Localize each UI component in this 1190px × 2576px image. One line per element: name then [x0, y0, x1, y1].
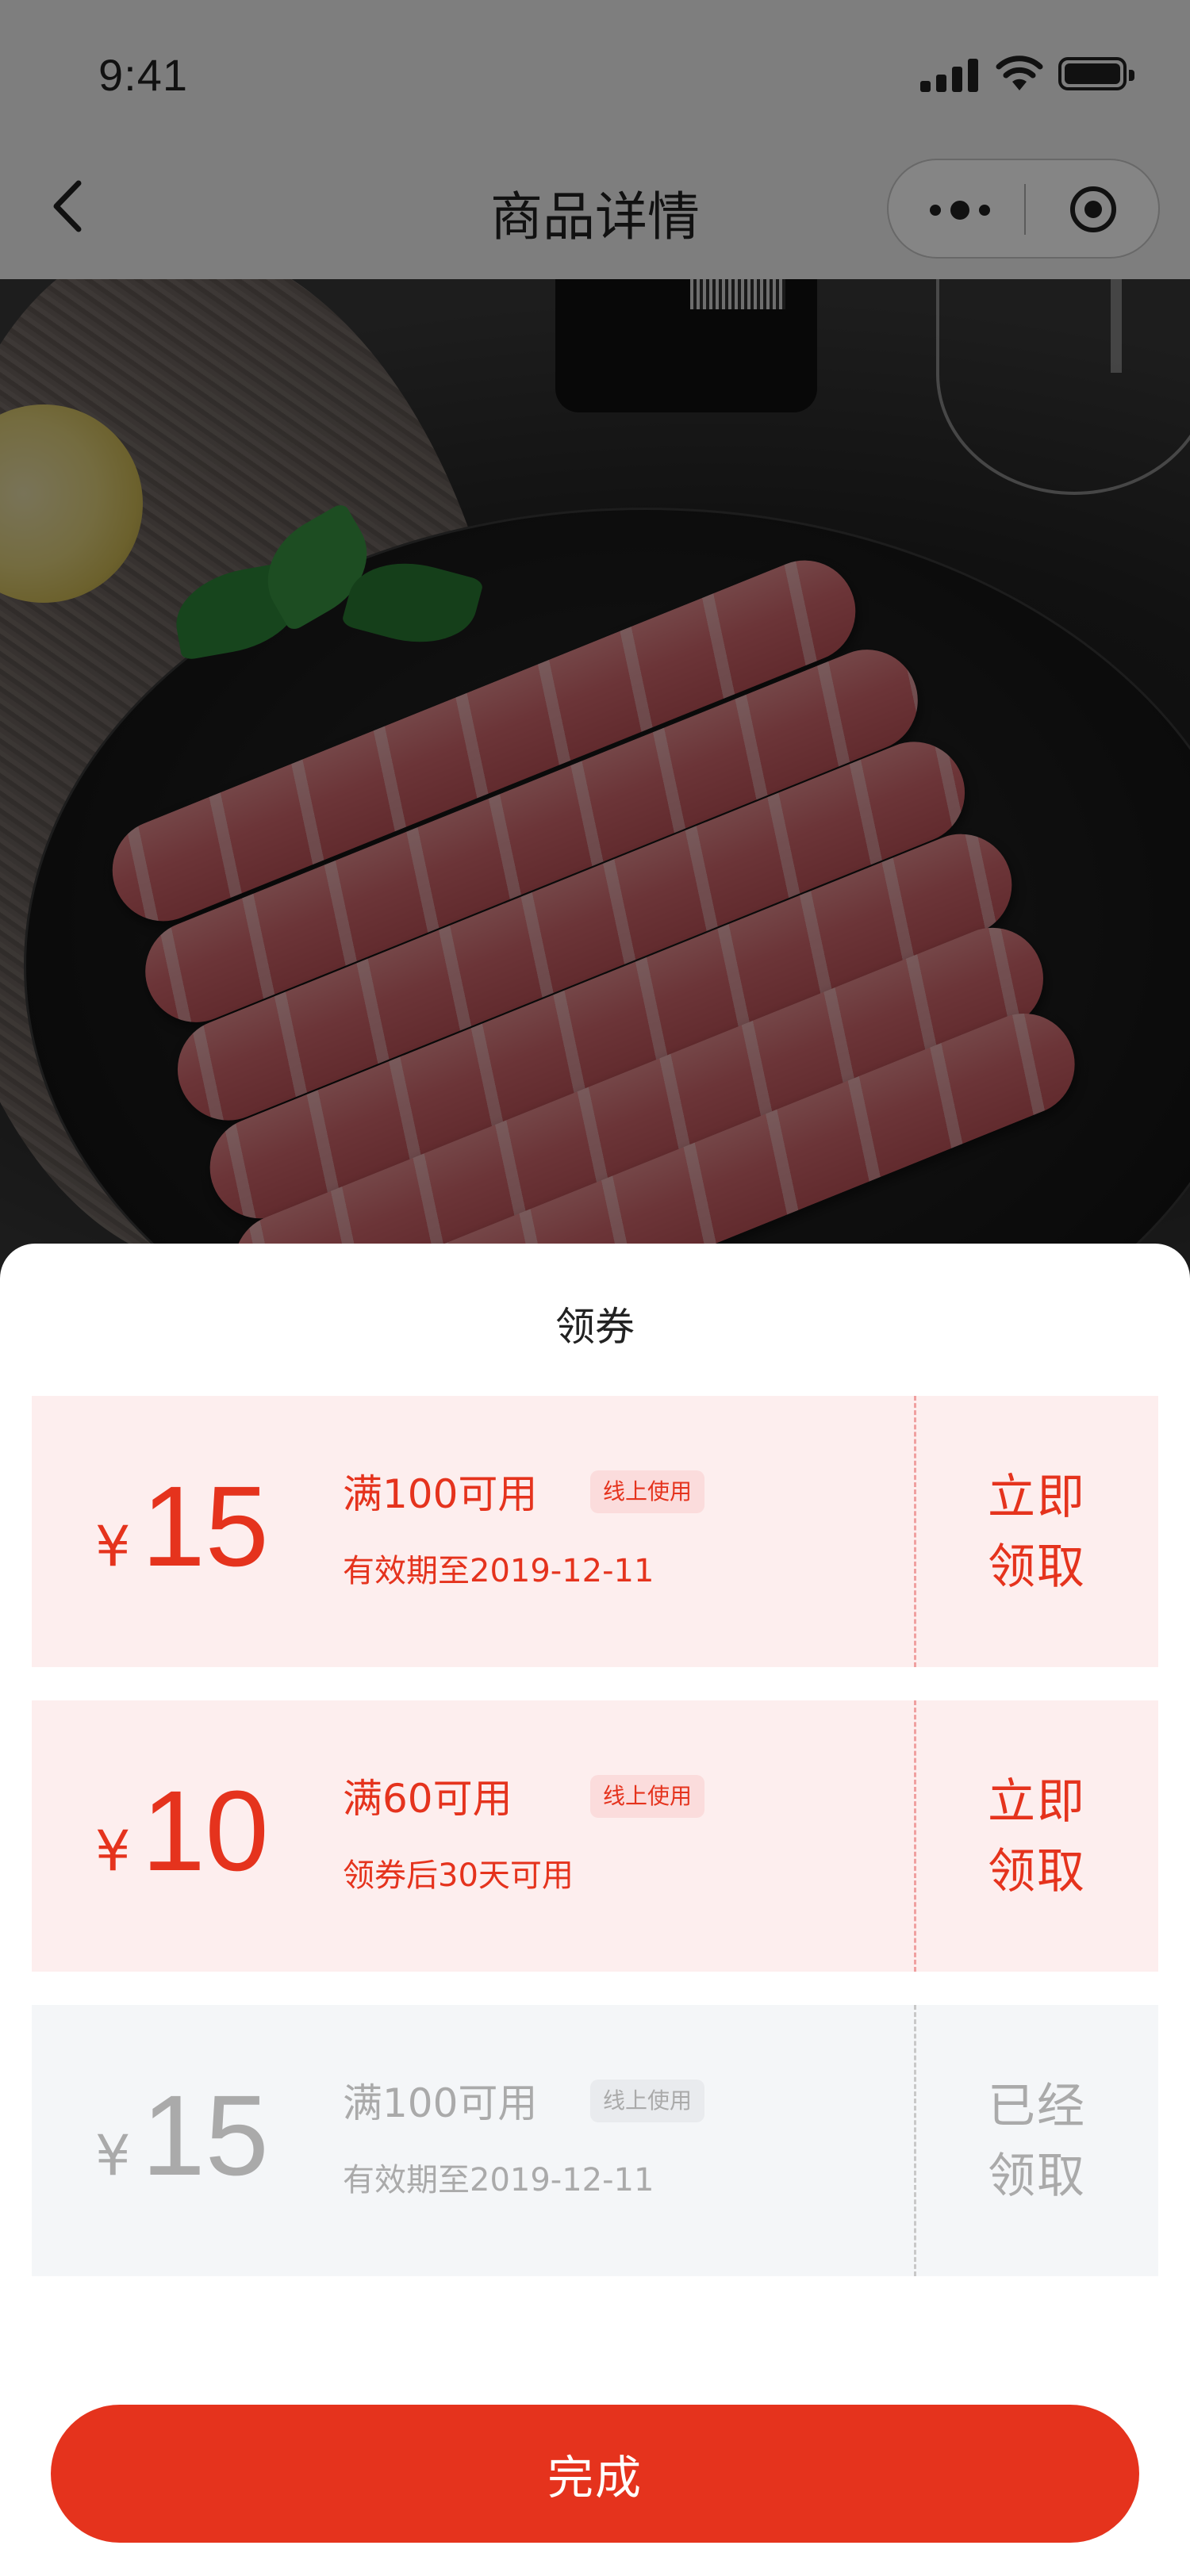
- usage-tag: 线上使用: [590, 2080, 705, 2122]
- claimed-label-line2: 领取: [988, 2149, 1086, 2204]
- usage-tag: 线上使用: [590, 1470, 705, 1513]
- currency-symbol: ¥: [95, 2123, 131, 2188]
- coupon-card-claimed: ¥ 15 满100可用 线上使用 有效期至2019-12-11 已经 领取: [32, 2005, 1158, 2276]
- signal-icon: [920, 57, 981, 92]
- mini-program-capsule: [887, 159, 1160, 259]
- claim-button[interactable]: 立即 领取: [954, 1462, 1120, 1602]
- coupon-amount: ¥ 10: [95, 1772, 269, 1891]
- claim-button[interactable]: 立即 领取: [954, 1767, 1120, 1907]
- coupon-card: ¥ 10 满60可用 线上使用 领券后30天可用 立即 领取: [32, 1700, 1158, 1972]
- status-time: 9:41: [98, 50, 188, 100]
- currency-symbol: ¥: [95, 1819, 131, 1884]
- claimed-label-line1: 已经: [988, 2079, 1086, 2134]
- usage-tag: 线上使用: [590, 1775, 705, 1818]
- claimed-status: 已经 领取: [954, 2072, 1120, 2211]
- more-dots-icon[interactable]: [920, 184, 1000, 235]
- coupon-validity: 领券后30天可用: [343, 1857, 574, 1894]
- dashed-divider: [914, 2005, 916, 2276]
- done-button[interactable]: 完成: [51, 2405, 1139, 2543]
- coupon-validity: 有效期至2019-12-11: [343, 2162, 654, 2198]
- amount-value: 15: [141, 1462, 269, 1590]
- wifi-icon: [995, 54, 1044, 92]
- coupon-amount: ¥ 15: [95, 2076, 269, 2195]
- coupon-sheet: 领券 ¥ 15 满100可用 线上使用 有效期至2019-12-11 立即 领取…: [0, 1244, 1190, 2576]
- coupon-card: ¥ 15 满100可用 线上使用 有效期至2019-12-11 立即 领取: [32, 1396, 1158, 1667]
- close-target-icon[interactable]: [1068, 184, 1119, 235]
- currency-symbol: ¥: [95, 1514, 131, 1579]
- coupon-condition: 满100可用: [343, 2080, 538, 2126]
- coupon-validity: 有效期至2019-12-11: [343, 1553, 654, 1589]
- coupon-condition: 满100可用: [343, 1471, 538, 1517]
- claim-label-line1: 立即: [988, 1470, 1086, 1525]
- capsule-divider: [1024, 184, 1026, 235]
- sheet-title: 领券: [555, 1304, 635, 1350]
- coupon-condition: 满60可用: [343, 1776, 512, 1822]
- battery-icon: [1058, 57, 1134, 90]
- amount-value: 10: [141, 1767, 269, 1895]
- claim-label-line1: 立即: [988, 1774, 1086, 1830]
- claim-label-line2: 领取: [988, 1844, 1086, 1899]
- amount-value: 15: [141, 2072, 269, 2199]
- dashed-divider: [914, 1396, 916, 1667]
- dashed-divider: [914, 1700, 916, 1972]
- coupon-amount: ¥ 15: [95, 1467, 269, 1586]
- claim-label-line2: 领取: [988, 1539, 1086, 1595]
